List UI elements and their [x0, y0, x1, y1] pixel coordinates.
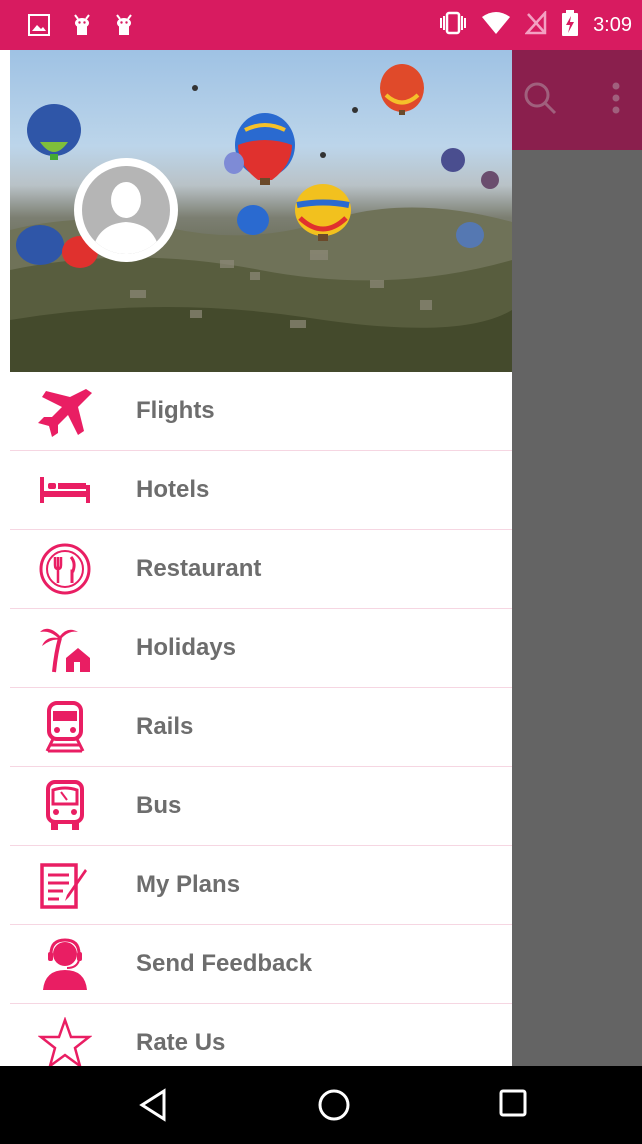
menu-item-label: Rails [136, 713, 194, 740]
menu-item-my-plans[interactable]: My Plans [10, 846, 512, 925]
menu-item-label: Send Feedback [136, 950, 313, 977]
menu-item-hotels[interactable]: Hotels [10, 451, 512, 530]
person-silhouette-icon [92, 182, 160, 254]
star-icon [38, 1017, 92, 1066]
notepad-icon [38, 859, 92, 911]
menu-item-label: My Plans [136, 871, 241, 898]
android-debug-icon [114, 13, 134, 42]
back-icon[interactable] [138, 1088, 168, 1127]
menu-item-label: Flights [136, 397, 215, 424]
menu-item-label: Bus [136, 792, 182, 819]
recents-icon[interactable] [498, 1088, 528, 1123]
bus-icon [38, 780, 92, 832]
train-icon [38, 701, 92, 753]
vibrate-icon [439, 11, 467, 40]
drawer-menu: Flights Hotels Restaurant Holidays Rails [10, 372, 512, 1066]
menu-item-label: Holidays [136, 634, 237, 661]
menu-item-flights[interactable]: Flights [10, 372, 512, 451]
wifi-icon [481, 11, 511, 40]
drawer-header [10, 50, 512, 372]
airplane-icon [38, 385, 92, 437]
menu-item-holidays[interactable]: Holidays [10, 609, 512, 688]
menu-item-label: Rate Us [136, 1029, 226, 1056]
menu-item-send-feedback[interactable]: Send Feedback [10, 925, 512, 1004]
gallery-icon [28, 14, 50, 41]
menu-item-label: Restaurant [136, 555, 262, 582]
restaurant-icon [38, 543, 92, 595]
headset-person-icon [38, 938, 92, 990]
menu-item-rate-us[interactable]: Rate Us [10, 1004, 512, 1066]
status-time: 3:09 [593, 14, 632, 36]
app-bar [512, 50, 642, 150]
status-bar: 3:09 [0, 0, 642, 50]
home-icon[interactable] [317, 1088, 351, 1127]
no-sim-icon [524, 9, 547, 40]
bed-icon [38, 464, 92, 516]
palm-house-icon [38, 622, 92, 674]
system-navigation-bar [0, 1066, 642, 1144]
overflow-menu-icon[interactable] [612, 82, 620, 119]
battery-charging-icon [561, 10, 579, 41]
drawer-scrim[interactable] [512, 150, 642, 1066]
menu-item-restaurant[interactable]: Restaurant [10, 530, 512, 609]
navigation-drawer: Flights Hotels Restaurant Holidays Rails [10, 50, 512, 1066]
search-icon[interactable] [522, 80, 558, 121]
avatar[interactable] [74, 158, 178, 262]
android-debug-icon [72, 13, 92, 42]
menu-item-bus[interactable]: Bus [10, 767, 512, 846]
menu-item-label: Hotels [136, 476, 210, 503]
menu-item-rails[interactable]: Rails [10, 688, 512, 767]
